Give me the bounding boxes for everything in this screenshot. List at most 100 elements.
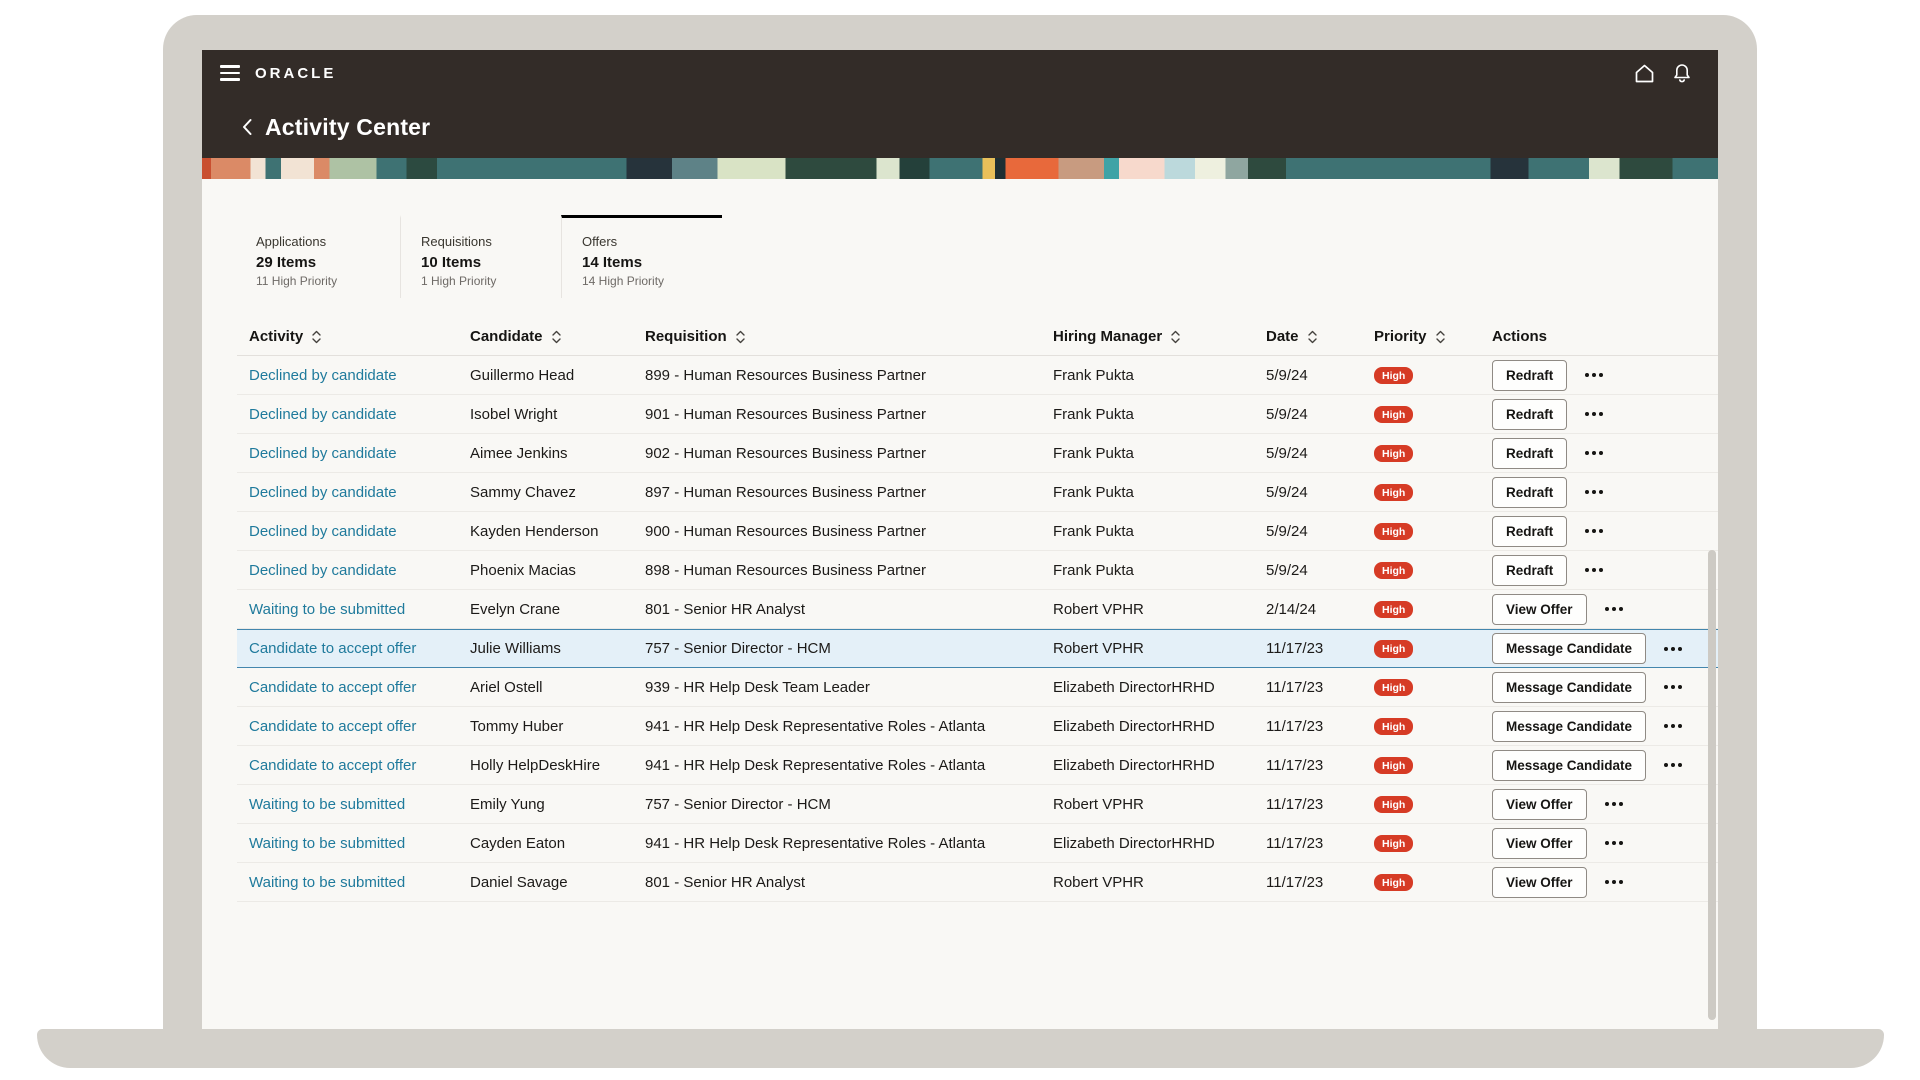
row-action-button[interactable]: Redraft: [1492, 555, 1567, 586]
activity-link[interactable]: Waiting to be submitted: [249, 601, 405, 618]
row-menu-icon[interactable]: [1592, 412, 1596, 416]
row-menu-icon[interactable]: [1612, 880, 1616, 884]
activity-link[interactable]: Waiting to be submitted: [249, 874, 405, 891]
row-action-button[interactable]: View Offer: [1492, 594, 1587, 625]
candidate-cell: Aimee Jenkins: [470, 445, 645, 462]
date-cell: 2/14/24: [1266, 601, 1374, 618]
row-menu-icon[interactable]: [1612, 841, 1616, 845]
sort-icon[interactable]: [311, 329, 322, 345]
requisition-cell: 897 - Human Resources Business Partner: [645, 484, 1053, 501]
row-action-button[interactable]: Message Candidate: [1492, 711, 1646, 742]
row-menu-icon[interactable]: [1592, 451, 1596, 455]
activity-link[interactable]: Waiting to be submitted: [249, 796, 405, 813]
activity-link[interactable]: Candidate to accept offer: [249, 640, 416, 657]
date-cell: 11/17/23: [1266, 835, 1374, 852]
hiring-manager-cell: Elizabeth DirectorHRHD: [1053, 757, 1266, 774]
column-label: Hiring Manager: [1053, 328, 1162, 345]
table-row[interactable]: Declined by candidate Guillermo Head 899…: [237, 356, 1718, 395]
row-menu-icon[interactable]: [1671, 724, 1675, 728]
activity-link[interactable]: Candidate to accept offer: [249, 718, 416, 735]
hamburger-menu-icon[interactable]: [220, 65, 240, 81]
requisition-cell: 941 - HR Help Desk Representative Roles …: [645, 757, 1053, 774]
sort-icon[interactable]: [735, 329, 746, 345]
sort-icon[interactable]: [1307, 329, 1318, 345]
column-label: Candidate: [470, 328, 543, 345]
table-row[interactable]: Candidate to accept offer Julie Williams…: [237, 629, 1718, 668]
priority-badge: High: [1374, 523, 1413, 541]
row-menu-icon[interactable]: [1612, 607, 1616, 611]
home-icon[interactable]: [1634, 64, 1655, 83]
activity-link[interactable]: Waiting to be submitted: [249, 835, 405, 852]
table-row[interactable]: Declined by candidate Sammy Chavez 897 -…: [237, 473, 1718, 512]
bell-icon[interactable]: [1672, 63, 1692, 84]
activity-link[interactable]: Candidate to accept offer: [249, 757, 416, 774]
table-row[interactable]: Candidate to accept offer Tommy Huber 94…: [237, 707, 1718, 746]
activity-link[interactable]: Declined by candidate: [249, 562, 397, 579]
table-row[interactable]: Declined by candidate Phoenix Macias 898…: [237, 551, 1718, 590]
activity-link[interactable]: Declined by candidate: [249, 406, 397, 423]
table-row[interactable]: Candidate to accept offer Ariel Ostell 9…: [237, 668, 1718, 707]
date-cell: 5/9/24: [1266, 562, 1374, 579]
column-header: Date: [1266, 328, 1374, 345]
row-menu-icon[interactable]: [1671, 685, 1675, 689]
activity-link[interactable]: Declined by candidate: [249, 367, 397, 384]
priority-badge: High: [1374, 757, 1413, 775]
row-menu-icon[interactable]: [1592, 373, 1596, 377]
vertical-scrollbar[interactable]: [1708, 550, 1716, 1020]
app-header: ORACLE Activity Center: [202, 50, 1718, 158]
requisition-cell: 899 - Human Resources Business Partner: [645, 367, 1053, 384]
row-menu-icon[interactable]: [1592, 568, 1596, 572]
row-menu-icon[interactable]: [1671, 647, 1675, 651]
page-title: Activity Center: [265, 114, 430, 141]
activity-link[interactable]: Declined by candidate: [249, 445, 397, 462]
tab-item-count: 14 Items: [582, 254, 722, 271]
activity-link[interactable]: Declined by candidate: [249, 523, 397, 540]
laptop-base: [37, 1029, 1884, 1068]
back-chevron-icon[interactable]: [241, 117, 253, 137]
row-action-button[interactable]: Message Candidate: [1492, 672, 1646, 703]
activity-link[interactable]: Declined by candidate: [249, 484, 397, 501]
row-action-button[interactable]: Message Candidate: [1492, 633, 1646, 664]
row-action-button[interactable]: Message Candidate: [1492, 750, 1646, 781]
hiring-manager-cell: Frank Pukta: [1053, 484, 1266, 501]
table-row[interactable]: Declined by candidate Aimee Jenkins 902 …: [237, 434, 1718, 473]
row-action-button[interactable]: View Offer: [1492, 789, 1587, 820]
tab-offers[interactable]: Offers 14 Items 14 High Priority: [561, 215, 722, 298]
tab-requisitions[interactable]: Requisitions 10 Items 1 High Priority: [400, 215, 561, 298]
table-row[interactable]: Declined by candidate Isobel Wright 901 …: [237, 395, 1718, 434]
candidate-cell: Isobel Wright: [470, 406, 645, 423]
row-action-button[interactable]: Redraft: [1492, 438, 1567, 469]
priority-badge: High: [1374, 874, 1413, 892]
candidate-cell: Julie Williams: [470, 640, 645, 657]
candidate-cell: Daniel Savage: [470, 874, 645, 891]
activity-link[interactable]: Candidate to accept offer: [249, 679, 416, 696]
row-action-button[interactable]: Redraft: [1492, 399, 1567, 430]
tab-applications[interactable]: Applications 29 Items 11 High Priority: [236, 215, 400, 298]
tabs: Applications 29 Items 11 High Priority R…: [236, 215, 1718, 298]
sort-icon[interactable]: [1170, 329, 1181, 345]
column-label: Actions: [1492, 328, 1547, 345]
row-menu-icon[interactable]: [1612, 802, 1616, 806]
table-row[interactable]: Declined by candidate Kayden Henderson 9…: [237, 512, 1718, 551]
table-row[interactable]: Candidate to accept offer Holly HelpDesk…: [237, 746, 1718, 785]
date-cell: 5/9/24: [1266, 445, 1374, 462]
column-label: Activity: [249, 328, 303, 345]
sort-icon[interactable]: [1435, 329, 1446, 345]
candidate-cell: Phoenix Macias: [470, 562, 645, 579]
sort-icon[interactable]: [551, 329, 562, 345]
row-action-button[interactable]: View Offer: [1492, 867, 1587, 898]
row-menu-icon[interactable]: [1671, 763, 1675, 767]
table-row[interactable]: Waiting to be submitted Emily Yung 757 -…: [237, 785, 1718, 824]
row-menu-icon[interactable]: [1592, 529, 1596, 533]
oracle-logo: ORACLE: [255, 65, 336, 82]
candidate-cell: Kayden Henderson: [470, 523, 645, 540]
table-row[interactable]: Waiting to be submitted Evelyn Crane 801…: [237, 590, 1718, 629]
row-menu-icon[interactable]: [1592, 490, 1596, 494]
tab-label: Offers: [582, 234, 722, 249]
table-row[interactable]: Waiting to be submitted Cayden Eaton 941…: [237, 824, 1718, 863]
row-action-button[interactable]: Redraft: [1492, 516, 1567, 547]
row-action-button[interactable]: Redraft: [1492, 360, 1567, 391]
row-action-button[interactable]: Redraft: [1492, 477, 1567, 508]
table-row[interactable]: Waiting to be submitted Daniel Savage 80…: [237, 863, 1718, 902]
row-action-button[interactable]: View Offer: [1492, 828, 1587, 859]
